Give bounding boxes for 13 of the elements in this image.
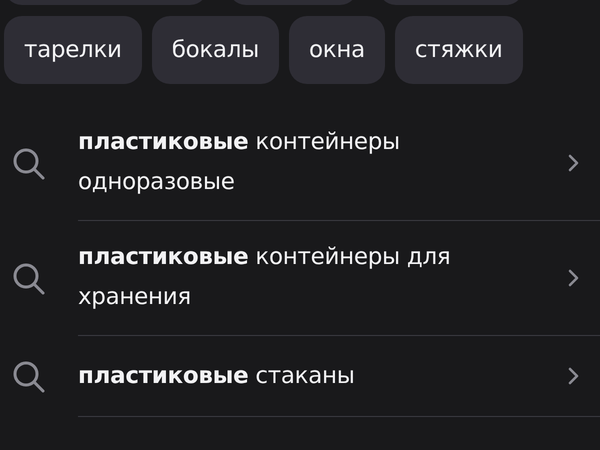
suggestion-text[interactable]: пластиковые контейнеры для хранения xyxy=(78,221,548,335)
search-icon xyxy=(12,262,46,296)
chevron-right-icon xyxy=(566,153,580,173)
suggestion-text[interactable]: пластиковые стаканы xyxy=(78,336,548,416)
search-icon xyxy=(12,360,46,394)
search-icon xyxy=(12,146,46,180)
suggestion-chip[interactable]: тарелки xyxy=(4,16,142,84)
suggestion-chip[interactable]: бокалы xyxy=(152,16,279,84)
suggestion-chip[interactable]: стяжки xyxy=(394,16,523,84)
suggestion-chip[interactable]: окна xyxy=(289,16,385,84)
chevron-right-icon xyxy=(566,268,580,288)
suggestion-text[interactable]: пластиковые контейнеры одноразовые xyxy=(78,106,548,220)
chevron-right-icon xyxy=(566,366,580,386)
